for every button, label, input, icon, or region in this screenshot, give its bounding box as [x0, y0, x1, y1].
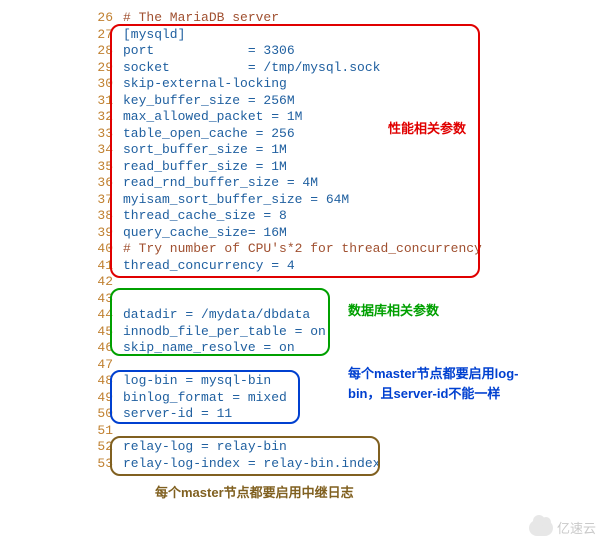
- line-number: 48: [95, 373, 123, 390]
- line-number: 36: [95, 175, 123, 192]
- code-line: 47: [95, 357, 495, 374]
- code-line: 29socket = /tmp/mysql.sock: [95, 60, 495, 77]
- line-number: 31: [95, 93, 123, 110]
- line-text: port = 3306: [123, 43, 295, 60]
- line-text: socket = /tmp/mysql.sock: [123, 60, 380, 77]
- line-text: read_rnd_buffer_size = 4M: [123, 175, 318, 192]
- annotation-relay: 每个master节点都要启用中继日志: [155, 482, 354, 501]
- line-text: sort_buffer_size = 1M: [123, 142, 287, 159]
- watermark: 亿速云: [529, 518, 596, 537]
- line-number: 37: [95, 192, 123, 209]
- code-line: 36read_rnd_buffer_size = 4M: [95, 175, 495, 192]
- code-line: 41thread_concurrency = 4: [95, 258, 495, 275]
- line-number: 35: [95, 159, 123, 176]
- line-text: server-id = 11: [123, 406, 232, 423]
- line-text: relay-log-index = relay-bin.index: [123, 456, 380, 473]
- line-number: 39: [95, 225, 123, 242]
- line-text: # Try number of CPU's*2 for thread_concu…: [123, 241, 482, 258]
- code-line: 46skip_name_resolve = on: [95, 340, 495, 357]
- line-number: 52: [95, 439, 123, 456]
- line-number: 44: [95, 307, 123, 324]
- line-number: 34: [95, 142, 123, 159]
- code-line: 28port = 3306: [95, 43, 495, 60]
- code-line: 32max_allowed_packet = 1M: [95, 109, 495, 126]
- code-line: 50server-id = 11: [95, 406, 495, 423]
- code-line: 40# Try number of CPU's*2 for thread_con…: [95, 241, 495, 258]
- code-line: 45innodb_file_per_table = on: [95, 324, 495, 341]
- line-text: datadir = /mydata/dbdata: [123, 307, 310, 324]
- code-line: 38thread_cache_size = 8: [95, 208, 495, 225]
- code-line: 31key_buffer_size = 256M: [95, 93, 495, 110]
- code-line: 33table_open_cache = 256: [95, 126, 495, 143]
- line-number: 41: [95, 258, 123, 275]
- line-number: 27: [95, 27, 123, 44]
- line-number: 51: [95, 423, 123, 440]
- line-text: skip_name_resolve = on: [123, 340, 295, 357]
- line-text: # The MariaDB server: [123, 10, 279, 27]
- watermark-text: 亿速云: [557, 518, 596, 537]
- line-text: myisam_sort_buffer_size = 64M: [123, 192, 349, 209]
- line-number: 29: [95, 60, 123, 77]
- code-line: 26# The MariaDB server: [95, 10, 495, 27]
- line-number: 47: [95, 357, 123, 374]
- code-line: 48log-bin = mysql-bin: [95, 373, 495, 390]
- line-text: [mysqld]: [123, 27, 185, 44]
- cloud-icon: [529, 520, 553, 536]
- line-number: 32: [95, 109, 123, 126]
- code-line: 34sort_buffer_size = 1M: [95, 142, 495, 159]
- line-text: innodb_file_per_table = on: [123, 324, 326, 341]
- code-line: 53relay-log-index = relay-bin.index: [95, 456, 495, 473]
- line-text: thread_concurrency = 4: [123, 258, 295, 275]
- line-number: 43: [95, 291, 123, 308]
- line-text: key_buffer_size = 256M: [123, 93, 295, 110]
- line-number: 40: [95, 241, 123, 258]
- code-line: 51: [95, 423, 495, 440]
- code-line: 35read_buffer_size = 1M: [95, 159, 495, 176]
- line-number: 42: [95, 274, 123, 291]
- line-text: binlog_format = mixed: [123, 390, 287, 407]
- line-number: 49: [95, 390, 123, 407]
- line-number: 53: [95, 456, 123, 473]
- code-line: 43: [95, 291, 495, 308]
- line-text: query_cache_size= 16M: [123, 225, 287, 242]
- line-number: 33: [95, 126, 123, 143]
- code-line: 42: [95, 274, 495, 291]
- line-text: max_allowed_packet = 1M: [123, 109, 302, 126]
- code-line: 39query_cache_size= 16M: [95, 225, 495, 242]
- line-text: table_open_cache = 256: [123, 126, 295, 143]
- line-text: relay-log = relay-bin: [123, 439, 287, 456]
- code-line: 27[mysqld]: [95, 27, 495, 44]
- code-editor: 26# The MariaDB server27[mysqld]28port =…: [95, 10, 495, 472]
- line-number: 45: [95, 324, 123, 341]
- code-line: 49binlog_format = mixed: [95, 390, 495, 407]
- line-number: 46: [95, 340, 123, 357]
- code-line: 44datadir = /mydata/dbdata: [95, 307, 495, 324]
- line-number: 50: [95, 406, 123, 423]
- line-text: thread_cache_size = 8: [123, 208, 287, 225]
- line-number: 30: [95, 76, 123, 93]
- line-number: 38: [95, 208, 123, 225]
- code-line: 52relay-log = relay-bin: [95, 439, 495, 456]
- line-text: log-bin = mysql-bin: [123, 373, 271, 390]
- code-line: 37myisam_sort_buffer_size = 64M: [95, 192, 495, 209]
- code-line: 30skip-external-locking: [95, 76, 495, 93]
- line-number: 26: [95, 10, 123, 27]
- line-number: 28: [95, 43, 123, 60]
- line-text: read_buffer_size = 1M: [123, 159, 287, 176]
- line-text: skip-external-locking: [123, 76, 287, 93]
